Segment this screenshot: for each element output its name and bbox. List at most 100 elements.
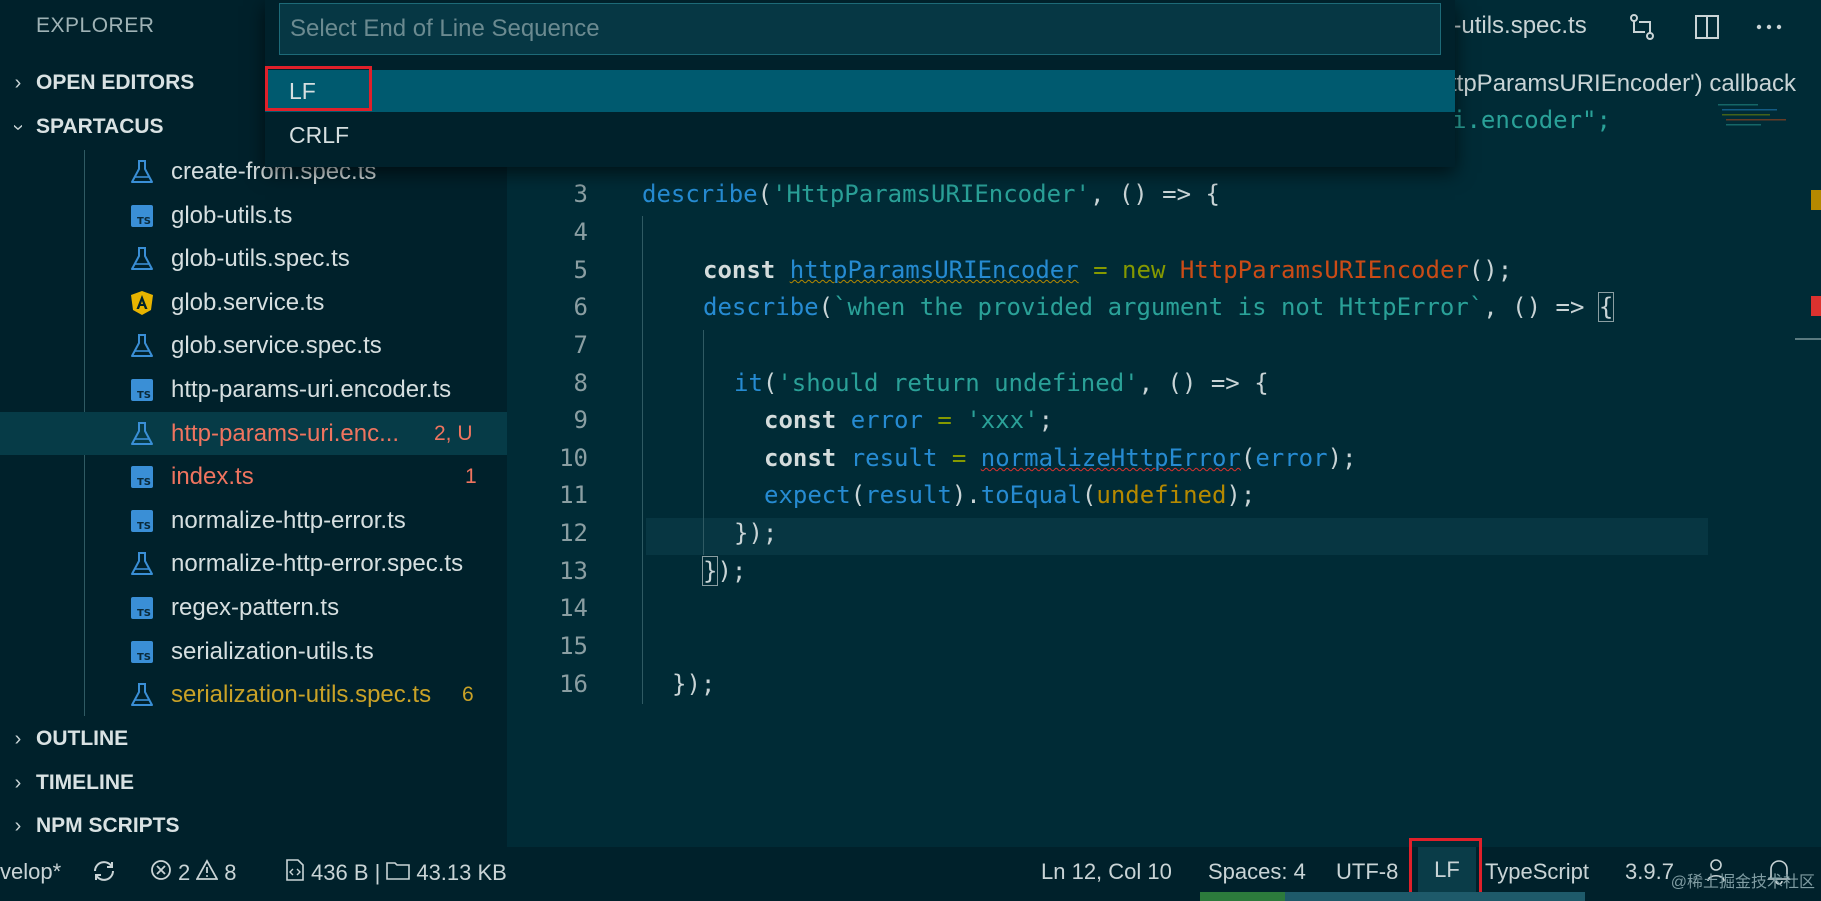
language-mode[interactable]: TypeScript bbox=[1485, 859, 1589, 885]
code-text: describe('HttpParamsURIEncoder', () => { bbox=[642, 180, 1220, 208]
quick-pick-placeholder: Select End of Line Sequence bbox=[290, 15, 600, 42]
code-token: expect bbox=[764, 481, 851, 509]
code-token: HttpParamsURIEncoder bbox=[1179, 256, 1469, 284]
code-token: ); bbox=[1226, 481, 1256, 509]
cursor-position[interactable]: Ln 12, Col 10 bbox=[1041, 859, 1172, 885]
code-line[interactable]: 3 describe('HttpParamsURIEncoder', () => … bbox=[0, 180, 1821, 217]
problems-indicator[interactable]: 2 8 bbox=[150, 859, 237, 887]
folder-size-label: 43.13 KB bbox=[416, 860, 507, 885]
code-token: normalizeHttpError bbox=[980, 444, 1241, 472]
code-line[interactable]: 12}); bbox=[0, 519, 1821, 556]
line-number: 3 bbox=[573, 180, 588, 208]
split-editor-icon[interactable] bbox=[1690, 10, 1724, 44]
quick-pick-option-crlf[interactable]: CRLF bbox=[265, 114, 1455, 156]
code-token: undefined bbox=[1096, 481, 1227, 509]
code-token: { bbox=[1597, 292, 1615, 322]
code-token: const bbox=[764, 406, 837, 434]
code-line[interactable]: 7 bbox=[0, 331, 1821, 368]
code-line[interactable]: 4 bbox=[0, 218, 1821, 255]
code-text: const error = 'xxx'; bbox=[764, 406, 1053, 434]
code-token: result bbox=[865, 481, 952, 509]
compare-changes-icon[interactable] bbox=[1625, 10, 1659, 44]
typescript-version[interactable]: 3.9.7 bbox=[1625, 859, 1674, 885]
option-label: CRLF bbox=[289, 121, 350, 148]
git-branch[interactable]: velop* bbox=[0, 859, 61, 885]
code-text: expect(result).toEqual(undefined); bbox=[764, 481, 1255, 509]
section-timeline[interactable]: › TIMELINE bbox=[0, 762, 507, 804]
encoding[interactable]: UTF-8 bbox=[1336, 859, 1398, 885]
section-label: OUTLINE bbox=[36, 727, 129, 750]
code-token: 'xxx' bbox=[966, 406, 1039, 434]
lf-option-highlight bbox=[265, 66, 372, 111]
code-text: describe(`when the provided argument is … bbox=[703, 292, 1615, 322]
code-token: httpParamsURIEncoder bbox=[789, 256, 1079, 284]
error-count: 2 bbox=[178, 860, 191, 885]
quick-pick-input[interactable]: Select End of Line Sequence bbox=[279, 3, 1441, 55]
code-token: ( bbox=[818, 293, 834, 321]
code-token: , () => bbox=[1483, 293, 1599, 321]
code-text: }); bbox=[701, 556, 747, 586]
language-label: TypeScript bbox=[1485, 859, 1589, 884]
more-actions-icon[interactable] bbox=[1752, 10, 1786, 44]
breadcrumb[interactable]: ttpParamsURIEncoder') callback bbox=[1450, 70, 1796, 98]
code-line[interactable]: 13}); bbox=[0, 556, 1821, 594]
watermark: @稀土掘金技术社区 bbox=[1670, 874, 1815, 891]
line-number: 12 bbox=[559, 519, 588, 547]
code-line[interactable]: 9 const error = 'xxx'; bbox=[0, 406, 1821, 443]
code-token: ; bbox=[1038, 406, 1054, 434]
sync-icon[interactable] bbox=[90, 857, 118, 885]
line-number: 15 bbox=[559, 632, 588, 660]
editor-tab[interactable]: n-utils.spec.ts bbox=[1440, 12, 1587, 40]
code-text: const httpParamsURIEncoder = new HttpPar… bbox=[703, 256, 1512, 284]
indentation[interactable]: Spaces: 4 bbox=[1208, 859, 1306, 885]
file-size[interactable]: 436 B | 43.13 KB bbox=[285, 859, 507, 887]
code-token: 'HttpParamsURIEncoder' bbox=[772, 180, 1090, 208]
chevron-right-icon: › bbox=[14, 814, 22, 837]
line-number: 6 bbox=[573, 293, 588, 321]
code-token: = bbox=[1078, 256, 1123, 284]
line-number: 5 bbox=[573, 256, 588, 284]
explorer-title: EXPLORER bbox=[36, 14, 155, 37]
code-text: }); bbox=[672, 670, 715, 698]
line-number: 16 bbox=[559, 670, 588, 698]
code-text: }); bbox=[734, 519, 777, 547]
line-number: 8 bbox=[573, 369, 588, 397]
code-line[interactable]: 14 bbox=[0, 594, 1821, 631]
code-line[interactable]: 15 bbox=[0, 632, 1821, 669]
line-number: 4 bbox=[573, 218, 588, 246]
file-code-icon bbox=[285, 859, 305, 887]
cursor-label: Ln 12, Col 10 bbox=[1041, 859, 1172, 884]
code-token: ( bbox=[1081, 481, 1097, 509]
code-token: ( bbox=[757, 180, 773, 208]
code-token: const bbox=[764, 444, 837, 472]
warning-icon bbox=[195, 859, 219, 887]
code-token: error bbox=[1255, 444, 1328, 472]
line-number: 13 bbox=[559, 557, 588, 585]
chevron-right-icon: › bbox=[14, 771, 22, 794]
code-line[interactable]: 16}); bbox=[0, 670, 1821, 707]
code-token: ( bbox=[1240, 444, 1256, 472]
code-token: describe bbox=[642, 180, 758, 208]
code-line[interactable]: 10 const result = normalizeHttpError(erro… bbox=[0, 444, 1821, 481]
code-token: ); bbox=[717, 557, 747, 585]
code-line[interactable]: 5 const httpParamsURIEncoder = new HttpPa… bbox=[0, 256, 1821, 293]
quick-pick-option-lf[interactable]: LF bbox=[265, 70, 1455, 112]
code-token: }); bbox=[672, 670, 716, 698]
status-bar-accent bbox=[1200, 892, 1285, 901]
encoding-label: UTF-8 bbox=[1336, 859, 1399, 884]
code-token: (); bbox=[1468, 256, 1513, 284]
section-outline[interactable]: › OUTLINE bbox=[0, 718, 507, 760]
version-label: 3.9.7 bbox=[1625, 859, 1674, 884]
status-bar-accent bbox=[1285, 892, 1585, 901]
code-line[interactable]: 8 it('should return undefined', () => { bbox=[0, 369, 1821, 406]
error-icon bbox=[150, 859, 172, 887]
code-line[interactable]: 6 describe(`when the provided argument is… bbox=[0, 292, 1821, 330]
code-token: error bbox=[850, 406, 923, 434]
code-line[interactable]: 11 expect(result).toEqual(undefined); bbox=[0, 481, 1821, 518]
line-number: 11 bbox=[559, 481, 588, 509]
warning-count: 8 bbox=[224, 860, 237, 885]
section-npm-scripts[interactable]: › NPM SCRIPTS bbox=[0, 805, 507, 847]
